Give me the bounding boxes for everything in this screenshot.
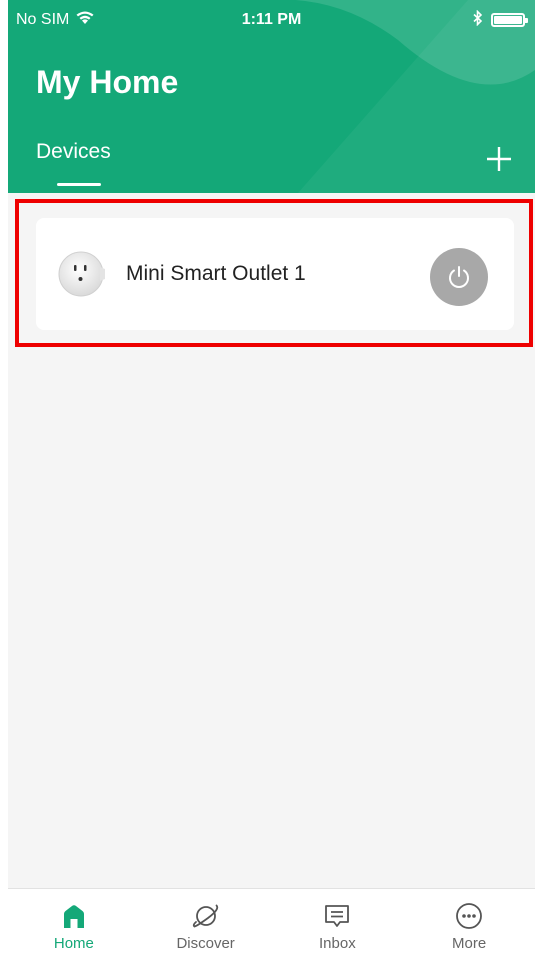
wifi-icon bbox=[75, 10, 95, 30]
more-icon bbox=[454, 901, 484, 931]
carrier-label: No SIM bbox=[16, 11, 70, 28]
status-time: 1:11 PM bbox=[241, 11, 302, 28]
bottom-tab-bar: Home Discover Inbox More bbox=[8, 888, 535, 955]
tab-inbox[interactable]: Inbox bbox=[272, 889, 404, 955]
device-card[interactable]: Mini Smart Outlet 1 bbox=[36, 218, 514, 330]
home-icon bbox=[59, 901, 89, 931]
tab-discover[interactable]: Discover bbox=[140, 889, 272, 955]
battery-icon bbox=[491, 13, 528, 27]
tab-more[interactable]: More bbox=[403, 889, 535, 955]
tab-inbox-label: Inbox bbox=[319, 935, 356, 952]
tab-active-indicator bbox=[57, 183, 101, 186]
tab-more-label: More bbox=[452, 935, 487, 952]
tab-discover-label: Discover bbox=[176, 935, 235, 952]
power-toggle-button[interactable] bbox=[430, 248, 488, 306]
bluetooth-icon bbox=[473, 9, 483, 31]
message-icon bbox=[322, 901, 352, 931]
smart-outlet-icon bbox=[58, 251, 105, 297]
tab-home-label: Home bbox=[53, 935, 94, 952]
status-bar: No SIM 1:11 PM bbox=[8, 0, 535, 40]
planet-icon bbox=[191, 901, 221, 931]
left-edge bbox=[0, 0, 8, 955]
page-title: My Home bbox=[36, 64, 179, 100]
tab-home[interactable]: Home bbox=[8, 889, 140, 955]
app-screen: No SIM 1:11 PM My Home Devices Mini Smar… bbox=[0, 0, 535, 955]
add-device-button[interactable] bbox=[484, 144, 514, 174]
status-left: No SIM bbox=[16, 10, 95, 30]
tab-devices[interactable]: Devices bbox=[36, 140, 111, 164]
power-icon bbox=[449, 266, 469, 288]
status-right bbox=[473, 9, 528, 31]
device-name: Mini Smart Outlet 1 bbox=[126, 262, 306, 285]
plus-icon bbox=[487, 147, 511, 171]
